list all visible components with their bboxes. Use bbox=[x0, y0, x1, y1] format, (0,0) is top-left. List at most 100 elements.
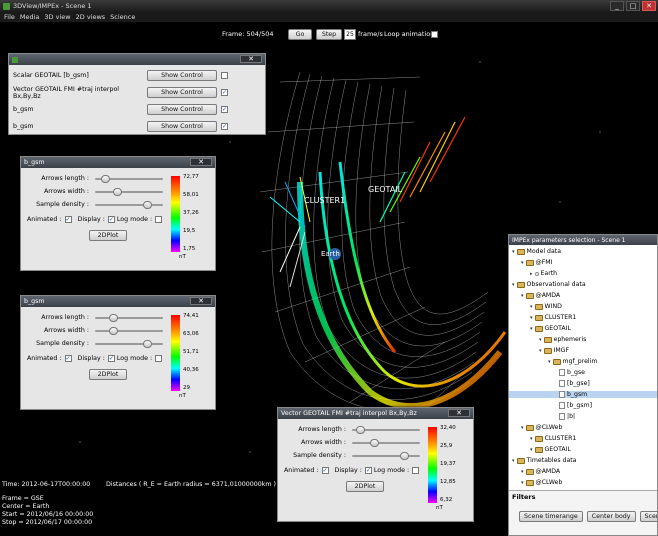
log-mode-checkbox[interactable] bbox=[155, 355, 163, 362]
parameter-checkbox[interactable] bbox=[559, 369, 565, 376]
tree-item[interactable]: ▾ CLUSTER1 bbox=[509, 435, 657, 442]
minimize-button[interactable]: _ bbox=[610, 1, 624, 11]
2d-plot-button[interactable]: 2DPlot bbox=[346, 481, 384, 492]
sample-density-slider[interactable] bbox=[352, 451, 420, 460]
parameter-checkbox[interactable] bbox=[559, 402, 565, 409]
tree-item-label: b_gse bbox=[567, 369, 585, 376]
parameter-checkbox[interactable] bbox=[559, 413, 565, 420]
step-button[interactable]: Step bbox=[316, 29, 342, 40]
tree-item-label: CLUSTER1 bbox=[544, 314, 577, 321]
log-mode-checkbox[interactable] bbox=[412, 467, 420, 474]
expand-arrow-icon[interactable]: ▾ bbox=[530, 447, 533, 453]
maximize-button[interactable]: □ bbox=[626, 1, 640, 11]
tree-item[interactable]: ▸ Earth bbox=[509, 270, 657, 277]
go-button[interactable]: Go bbox=[288, 29, 312, 40]
sample-density-slider[interactable] bbox=[95, 200, 163, 209]
arrows-width-slider[interactable] bbox=[352, 438, 420, 447]
expand-arrow-icon[interactable]: ▾ bbox=[521, 293, 524, 299]
tree-item[interactable]: ▾ Observational data bbox=[509, 281, 657, 288]
frame-rate-input[interactable]: 25 bbox=[344, 29, 356, 40]
expand-arrow-icon[interactable]: ▾ bbox=[512, 249, 515, 255]
animated-checkbox[interactable]: ✓ bbox=[64, 355, 72, 362]
show-control-button[interactable]: Show Control bbox=[147, 87, 217, 98]
parameter-checkbox[interactable] bbox=[559, 380, 565, 387]
expand-arrow-icon[interactable]: ▾ bbox=[521, 469, 524, 475]
menu-3d-view[interactable]: 3D view bbox=[44, 13, 70, 21]
expand-arrow-icon[interactable]: ▾ bbox=[530, 315, 533, 321]
tree-item[interactable]: [b_gse] bbox=[509, 380, 657, 387]
layers-panel: ✕ Scalar GEOTAIL [b_gsm] Show Control Ve… bbox=[8, 53, 266, 135]
close-window-button[interactable]: ✕ bbox=[642, 1, 656, 11]
scene-timerange-button[interactable]: Scene timerange bbox=[519, 511, 583, 522]
layer-visible-checkbox[interactable]: ✓ bbox=[221, 123, 228, 130]
log-mode-checkbox[interactable] bbox=[155, 216, 163, 223]
display-checkbox[interactable]: ✓ bbox=[107, 355, 115, 362]
sample-density-slider[interactable] bbox=[95, 339, 163, 348]
scene-button[interactable]: Scen bbox=[639, 511, 657, 522]
panel-close-button[interactable]: ✕ bbox=[448, 409, 470, 417]
tree-item[interactable]: ▾ GEOTAIL bbox=[509, 446, 657, 453]
animated-checkbox[interactable]: ✓ bbox=[321, 467, 329, 474]
color-scale-tick: 72,77 bbox=[183, 174, 199, 180]
expand-arrow-icon[interactable]: ▾ bbox=[521, 260, 524, 266]
menu-file[interactable]: File bbox=[4, 13, 15, 21]
expand-arrow-icon[interactable]: ▾ bbox=[521, 480, 524, 486]
arrows-width-slider[interactable] bbox=[95, 187, 163, 196]
menu-science[interactable]: Science bbox=[110, 13, 135, 21]
show-control-button[interactable]: Show Control bbox=[147, 104, 217, 115]
panel-close-button[interactable]: ✕ bbox=[190, 297, 212, 305]
animation-controls: Frame: 504/504 Go Step 25 frame/s Loop a… bbox=[0, 29, 658, 41]
expand-arrow-icon[interactable]: ▾ bbox=[521, 425, 524, 431]
layer-visible-checkbox[interactable]: ✓ bbox=[221, 106, 228, 113]
expand-arrow-icon[interactable]: ▾ bbox=[512, 458, 515, 464]
tree-item[interactable]: ▾ @FMI bbox=[509, 259, 657, 266]
panel-close-button[interactable]: ✕ bbox=[190, 158, 212, 166]
tree-item[interactable]: ▾ @AMDA bbox=[509, 292, 657, 299]
tree-item[interactable]: ▾ Timetables data bbox=[509, 457, 657, 464]
menu-2d-views[interactable]: 2D views bbox=[76, 13, 106, 21]
expand-arrow-icon[interactable]: ▾ bbox=[548, 359, 551, 365]
arrows-width-slider[interactable] bbox=[95, 326, 163, 335]
tree-item[interactable]: |b| bbox=[509, 413, 657, 420]
center-body-button[interactable]: Center body bbox=[586, 511, 636, 522]
tree-item[interactable]: ▾ ephemeris bbox=[509, 336, 657, 343]
arrows-length-slider[interactable] bbox=[95, 174, 163, 183]
tree-item[interactable]: ▾ @CLWeb bbox=[509, 479, 657, 486]
show-control-button[interactable]: Show Control bbox=[147, 70, 217, 81]
tree-item[interactable]: ▾ @AMDA bbox=[509, 468, 657, 475]
expand-arrow-icon[interactable]: ▾ bbox=[530, 304, 533, 310]
tree-item[interactable]: ▾ Model data bbox=[509, 248, 657, 255]
arrows-length-slider[interactable] bbox=[95, 313, 163, 322]
animated-label: Animated : bbox=[27, 216, 62, 223]
parameter-checkbox[interactable] bbox=[559, 391, 565, 398]
arrows-length-slider[interactable] bbox=[352, 425, 420, 434]
expand-arrow-icon[interactable]: ▸ bbox=[530, 271, 533, 277]
tree-item[interactable]: ▾ CLUSTER1 bbox=[509, 314, 657, 321]
expand-arrow-icon[interactable]: ▾ bbox=[512, 282, 515, 288]
expand-arrow-icon[interactable]: ▾ bbox=[539, 348, 542, 354]
folder-icon bbox=[534, 303, 543, 310]
expand-arrow-icon[interactable]: ▾ bbox=[530, 436, 533, 442]
layer-visible-checkbox[interactable] bbox=[221, 72, 228, 79]
tree-item[interactable]: b_gse bbox=[509, 369, 657, 376]
display-checkbox[interactable]: ✓ bbox=[364, 467, 372, 474]
tree-item[interactable]: ▾ WIND bbox=[509, 303, 657, 310]
expand-arrow-icon[interactable]: ▾ bbox=[539, 337, 542, 343]
animated-checkbox[interactable]: ✓ bbox=[64, 216, 72, 223]
2d-plot-button[interactable]: 2DPlot bbox=[89, 369, 127, 380]
tree-item[interactable]: b_gsm bbox=[509, 391, 657, 398]
display-checkbox[interactable]: ✓ bbox=[107, 216, 115, 223]
tree-item[interactable]: ▾ @CLWeb bbox=[509, 424, 657, 431]
show-control-button[interactable]: Show Control bbox=[147, 121, 217, 132]
2d-plot-button[interactable]: 2DPlot bbox=[89, 230, 127, 241]
tree-item[interactable]: ▾ mgf_prelim bbox=[509, 358, 657, 365]
layer-visible-checkbox[interactable]: ✓ bbox=[221, 89, 228, 96]
layers-panel-close-button[interactable]: ✕ bbox=[240, 55, 262, 63]
expand-arrow-icon[interactable]: ▾ bbox=[530, 326, 533, 332]
tree-item[interactable]: ▾ IMGF bbox=[509, 347, 657, 354]
menu-media[interactable]: Media bbox=[20, 13, 40, 21]
tree-item[interactable]: ▾ GEOTAIL bbox=[509, 325, 657, 332]
loop-animation-checkbox[interactable] bbox=[431, 31, 438, 38]
geotail-label: GEOTAIL bbox=[368, 185, 403, 194]
tree-item[interactable]: [b_gsm] bbox=[509, 402, 657, 409]
